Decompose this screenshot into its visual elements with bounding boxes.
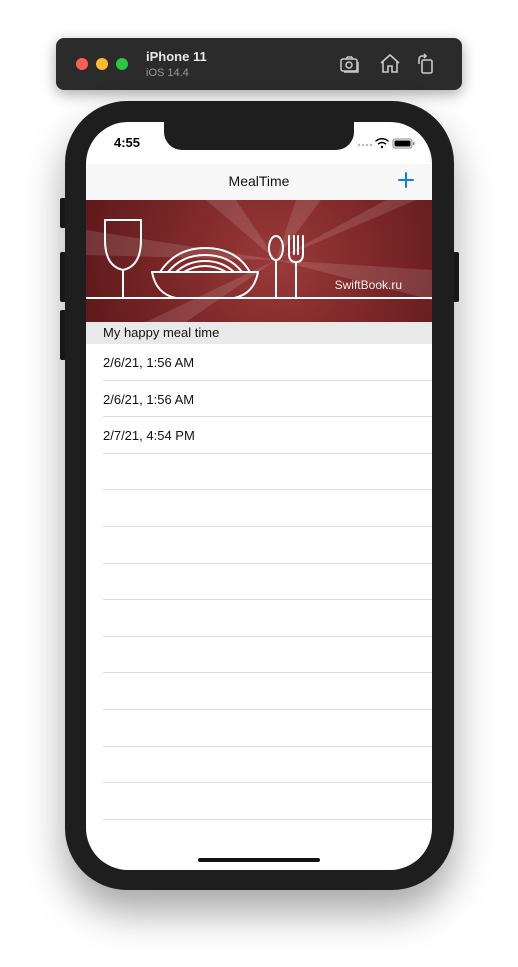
screenshot-icon[interactable] <box>338 52 362 76</box>
device-screen: 4:55 MealTime SwiftBook.ru My happy meal… <box>86 122 432 870</box>
empty-row <box>86 747 432 784</box>
zoom-window-button[interactable] <box>116 58 128 70</box>
minimize-window-button[interactable] <box>96 58 108 70</box>
status-time: 4:55 <box>114 135 141 150</box>
section-title: My happy meal time <box>103 325 220 340</box>
close-window-button[interactable] <box>76 58 88 70</box>
meal-date: 2/6/21, 1:56 AM <box>103 355 195 370</box>
empty-row <box>86 490 432 527</box>
os-version: iOS 14.4 <box>146 67 189 79</box>
nav-title: MealTime <box>228 173 290 189</box>
plus-icon[interactable] <box>396 170 416 190</box>
empty-row <box>86 673 432 710</box>
home-indicator[interactable] <box>198 858 320 862</box>
signal-dots-icon <box>357 143 373 147</box>
row-separator <box>103 818 432 820</box>
rotate-icon[interactable] <box>414 52 438 76</box>
simulator-toolbar: iPhone 11 iOS 14.4 <box>56 38 462 90</box>
wifi-icon <box>375 137 389 149</box>
status-icons <box>356 136 416 150</box>
empty-row <box>86 527 432 564</box>
empty-row <box>86 600 432 637</box>
empty-row <box>86 783 432 820</box>
table-row[interactable]: 2/6/21, 1:56 AM <box>86 344 432 381</box>
empty-row <box>86 637 432 674</box>
wine-glass-icon <box>104 219 142 299</box>
table-row[interactable]: 2/6/21, 1:56 AM <box>86 381 432 418</box>
banner-brand-text: SwiftBook.ru <box>334 278 402 292</box>
empty-row <box>86 710 432 747</box>
notch <box>164 122 354 150</box>
meal-list: 2/6/21, 1:56 AM 2/6/21, 1:56 AM 2/7/21, … <box>86 344 432 820</box>
meal-date: 2/6/21, 1:56 AM <box>103 391 195 407</box>
fork-icon <box>288 235 304 299</box>
battery-icon <box>392 138 415 149</box>
home-icon[interactable] <box>378 52 402 76</box>
section-header: My happy meal time <box>86 322 432 344</box>
empty-row <box>86 564 432 601</box>
meal-date: 2/7/21, 4:54 PM <box>103 428 195 444</box>
empty-row <box>86 454 432 491</box>
spoon-icon <box>268 235 284 299</box>
device-name: iPhone 11 <box>146 49 207 64</box>
table-row[interactable]: 2/7/21, 4:54 PM <box>86 417 432 454</box>
header-banner: SwiftBook.ru <box>86 200 432 322</box>
navigation-bar: MealTime <box>86 164 432 200</box>
